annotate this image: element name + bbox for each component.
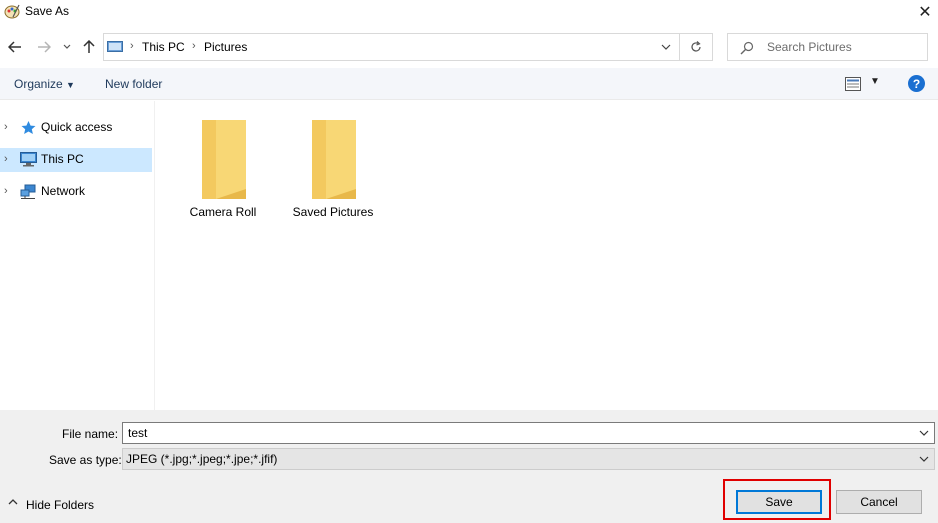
file-name-value: test: [128, 426, 148, 440]
folder-icon: [312, 120, 356, 199]
view-dropdown-icon[interactable]: ▼: [870, 76, 880, 87]
view-options-icon[interactable]: [845, 77, 861, 91]
chevron-right-icon[interactable]: ›: [4, 185, 8, 197]
chevron-down-icon[interactable]: [916, 451, 932, 467]
chevron-right-icon[interactable]: ›: [4, 121, 8, 133]
file-name-label: File name:: [62, 427, 119, 441]
computer-icon: [20, 152, 37, 167]
folder-label: Camera Roll: [189, 205, 257, 219]
chevron-down-icon[interactable]: [916, 425, 932, 441]
nav-item-network[interactable]: › Network: [0, 180, 152, 204]
chevron-right-icon: ›: [192, 40, 196, 52]
nav-label: This PC: [41, 152, 84, 166]
chevron-right-icon: ›: [130, 40, 134, 52]
nav-label: Quick access: [41, 120, 113, 134]
close-icon[interactable]: ✕: [912, 0, 938, 24]
folder-icon: [202, 120, 246, 199]
organize-button[interactable]: Organize ▼: [14, 77, 75, 91]
save-as-type-value: JPEG (*.jpg;*.jpeg;*.jpe;*.jfif): [126, 452, 278, 466]
hide-folders-label: Hide Folders: [26, 498, 95, 512]
cancel-button[interactable]: Cancel: [836, 490, 922, 514]
search-icon: [740, 41, 754, 55]
window-title: Save As: [25, 4, 70, 18]
folder-item-saved-pictures[interactable]: Saved Pictures: [278, 115, 388, 225]
paint-app-icon: [4, 4, 20, 19]
navigation-pane: › Quick access › This PC › Network: [0, 101, 155, 410]
chevron-up-icon: [8, 497, 18, 509]
address-dropdown-icon[interactable]: [657, 39, 675, 55]
title-bar: Save As ✕: [0, 0, 938, 24]
network-icon: [20, 184, 36, 199]
save-options-panel: File name: test Save as type: JPEG (*.jp…: [0, 410, 938, 523]
back-arrow-icon[interactable]: [5, 36, 25, 58]
this-pc-icon: [107, 41, 123, 52]
save-as-type-select[interactable]: JPEG (*.jpg;*.jpeg;*.jpe;*.jfif): [122, 448, 935, 470]
star-icon: [21, 121, 36, 134]
folder-label: Saved Pictures: [292, 205, 374, 219]
refresh-icon[interactable]: [680, 33, 713, 61]
address-bar[interactable]: › This PC › Pictures: [103, 33, 680, 61]
search-box[interactable]: Search Pictures: [727, 33, 928, 61]
save-button[interactable]: Save: [736, 490, 822, 514]
file-list: Camera Roll Saved Pictures: [156, 101, 938, 410]
up-arrow-icon[interactable]: [79, 36, 99, 58]
folder-item-camera-roll[interactable]: Camera Roll: [168, 115, 278, 225]
chevron-down-icon[interactable]: [59, 36, 75, 58]
nav-item-quick-access[interactable]: › Quick access: [0, 116, 152, 140]
save-as-type-label: Save as type:: [49, 453, 122, 467]
file-name-input[interactable]: test: [122, 422, 935, 444]
nav-item-this-pc[interactable]: › This PC: [0, 148, 152, 172]
command-bar: Organize ▼ New folder ▼ ?: [0, 68, 938, 100]
search-placeholder: Search Pictures: [767, 40, 852, 54]
forward-arrow-icon[interactable]: [34, 36, 54, 58]
breadcrumb-pictures[interactable]: Pictures: [204, 40, 247, 54]
new-folder-button[interactable]: New folder: [105, 77, 162, 91]
chevron-right-icon[interactable]: ›: [4, 153, 8, 165]
nav-label: Network: [41, 184, 86, 198]
help-icon[interactable]: ?: [908, 75, 925, 92]
breadcrumb-this-pc[interactable]: This PC: [142, 40, 185, 54]
